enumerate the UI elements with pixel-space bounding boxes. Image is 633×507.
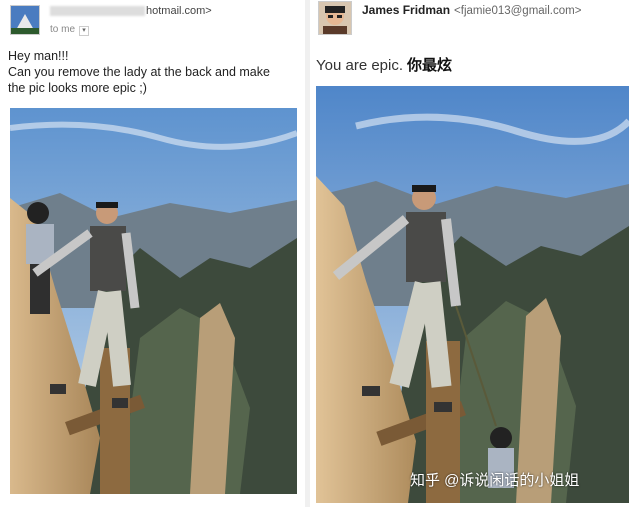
redacted-email: [50, 6, 145, 17]
edited-photo: [316, 86, 629, 503]
email-message-body: You are epic. 你最炫: [316, 57, 453, 74]
sender-info: James Fridman <fjamie013@gmail.com>: [362, 3, 581, 17]
sender-avatar: [318, 1, 352, 35]
recipient-line: to me ▾: [50, 24, 90, 36]
sender-name: James Fridman: [362, 3, 451, 17]
right-email-panel: James Fridman <fjamie013@gmail.com> You a…: [310, 0, 633, 507]
sender-email: <fjamie013@gmail.com>: [454, 5, 582, 17]
original-photo: [10, 108, 297, 494]
sender-address: hotmail.com>: [50, 5, 212, 17]
chevron-down-icon[interactable]: ▾: [79, 26, 90, 36]
email-message-body: Hey man!!! Can you remove the lady at th…: [8, 49, 270, 95]
left-email-panel: hotmail.com> to me ▾ Hey man!!! Can you r…: [0, 0, 305, 507]
sender-avatar: [10, 5, 40, 35]
watermark: 知乎 @诉说闲话的小姐姐: [410, 472, 580, 489]
